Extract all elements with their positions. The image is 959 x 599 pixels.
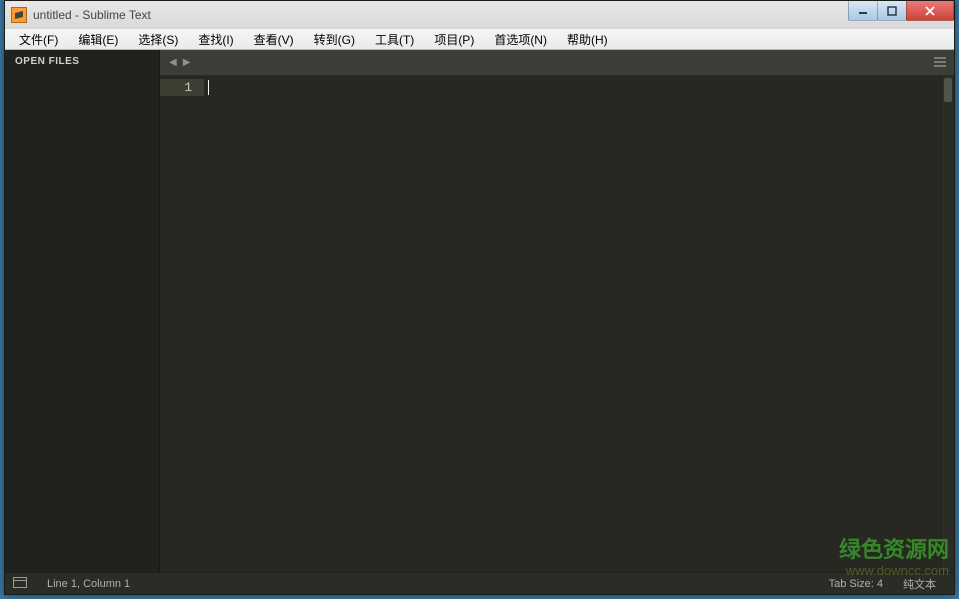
- line-number: 1: [160, 79, 204, 96]
- vertical-scrollbar[interactable]: [941, 76, 954, 572]
- status-syntax[interactable]: 纯文本: [893, 576, 946, 592]
- content-area: OPEN FILES ◀ ▶ 1: [5, 50, 954, 572]
- menu-tools[interactable]: 工具(T): [365, 29, 424, 50]
- statusbar: Line 1, Column 1 Tab Size: 4 纯文本: [5, 572, 954, 594]
- maximize-button[interactable]: [877, 1, 907, 21]
- minimize-button[interactable]: [848, 1, 878, 21]
- menu-view[interactable]: 查看(V): [244, 29, 304, 50]
- menu-find[interactable]: 查找(I): [188, 29, 243, 50]
- app-icon: [11, 7, 27, 23]
- menu-project[interactable]: 项目(P): [424, 29, 484, 50]
- window-controls: [849, 1, 954, 21]
- menu-goto[interactable]: 转到(G): [304, 29, 365, 50]
- code-line[interactable]: [208, 79, 941, 96]
- status-tab-size[interactable]: Tab Size: 4: [819, 578, 893, 590]
- tab-menu-icon[interactable]: [934, 56, 946, 70]
- editor-area: 1: [160, 76, 954, 572]
- panel-switcher-icon[interactable]: [13, 577, 27, 591]
- tab-prev-icon[interactable]: ◀: [166, 57, 180, 68]
- scrollbar-thumb[interactable]: [944, 78, 952, 102]
- menu-help[interactable]: 帮助(H): [557, 29, 618, 50]
- sidebar-open-files-header: OPEN FILES: [5, 50, 159, 73]
- menubar: 文件(F) 编辑(E) 选择(S) 查找(I) 查看(V) 转到(G) 工具(T…: [5, 29, 954, 50]
- text-cursor: [208, 80, 209, 95]
- menu-selection[interactable]: 选择(S): [128, 29, 188, 50]
- tabbar[interactable]: ◀ ▶: [160, 50, 954, 76]
- code-editor[interactable]: [204, 76, 941, 572]
- menu-edit[interactable]: 编辑(E): [68, 29, 128, 50]
- close-button[interactable]: [906, 1, 954, 21]
- tab-next-icon[interactable]: ▶: [180, 57, 194, 68]
- editor-column: ◀ ▶ 1: [160, 50, 954, 572]
- app-window: untitled - Sublime Text 文件(F) 编辑(E) 选择(S…: [4, 0, 955, 595]
- menu-file[interactable]: 文件(F): [9, 29, 68, 50]
- titlebar[interactable]: untitled - Sublime Text: [5, 1, 954, 29]
- window-title: untitled - Sublime Text: [33, 8, 151, 22]
- gutter: 1: [160, 76, 204, 572]
- status-cursor-position[interactable]: Line 1, Column 1: [37, 578, 140, 590]
- menu-preferences[interactable]: 首选项(N): [484, 29, 557, 50]
- sidebar[interactable]: OPEN FILES: [5, 50, 160, 572]
